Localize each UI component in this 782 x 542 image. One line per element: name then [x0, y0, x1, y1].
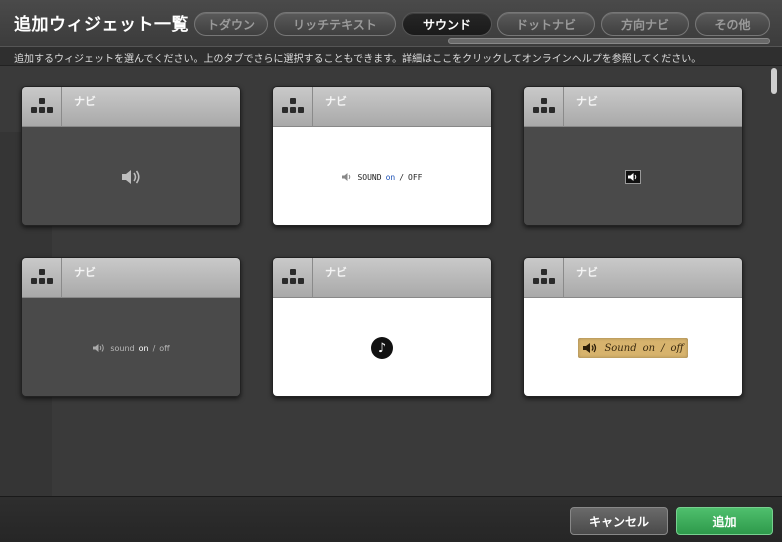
card-header: ナビ: [524, 258, 742, 298]
tab-sound[interactable]: サウンド: [402, 12, 492, 36]
tab-scroll-slider[interactable]: [448, 38, 770, 44]
info-bar[interactable]: 追加するウィジェットを選んでください。上のタブでさらに選択することもできます。詳…: [0, 46, 782, 66]
sound-text: sound: [110, 343, 135, 353]
card-icon-box: [22, 87, 62, 127]
card-header: ナビ: [524, 87, 742, 127]
card-header: ナビ: [273, 87, 491, 127]
sound-text: sound: [357, 172, 382, 182]
tab-label: トダウン: [206, 17, 255, 32]
tab-other[interactable]: その他: [695, 12, 770, 36]
card-icon-box: [524, 258, 564, 298]
tab-countdown[interactable]: トダウン: [194, 12, 268, 36]
widget-card[interactable]: ナビ sound on / off: [21, 257, 241, 397]
card-header: ナビ: [22, 87, 240, 127]
nav-grid-icon: [282, 269, 304, 285]
sound-toggle-preview: sound on / off: [92, 343, 170, 353]
add-button[interactable]: 追加: [676, 507, 773, 535]
card-header: ナビ: [273, 258, 491, 298]
scrollbar-thumb[interactable]: [771, 68, 777, 94]
card-icon-box: [524, 87, 564, 127]
card-preview: [524, 127, 742, 225]
card-preview: ♪: [273, 298, 491, 396]
nav-grid-icon: [533, 98, 555, 114]
nav-grid-icon: [31, 98, 53, 114]
off-text: off: [159, 343, 170, 353]
widget-card[interactable]: ナビ: [523, 86, 743, 226]
widget-card[interactable]: ナビ ♪: [272, 257, 492, 397]
separator-text: /: [661, 342, 665, 354]
off-text: off: [408, 172, 423, 182]
card-preview: [22, 127, 240, 225]
sound-tape-preview: Sound on / off: [578, 338, 688, 358]
off-text: off: [670, 342, 684, 354]
sound-text: Sound: [604, 342, 637, 354]
cancel-button[interactable]: キャンセル: [570, 507, 668, 535]
tab-rich-text[interactable]: リッチテキスト: [274, 12, 396, 36]
nav-grid-icon: [282, 98, 304, 114]
on-text: on: [642, 342, 656, 354]
card-preview: Sound on / off: [524, 298, 742, 396]
widget-grid: ナビ ナビ SOUND on / OFF ナビ ナビ sound on / of…: [0, 66, 782, 496]
card-icon-box: [273, 258, 313, 298]
speaker-icon: [122, 170, 140, 184]
tab-label: サウンド: [422, 17, 471, 32]
card-label: ナビ: [74, 95, 96, 108]
card-icon-box: [22, 258, 62, 298]
help-text[interactable]: 追加するウィジェットを選んでください。上のタブでさらに選択することもできます。詳…: [14, 50, 701, 65]
card-label: ナビ: [74, 266, 96, 279]
music-note-icon: ♪: [371, 337, 393, 359]
tab-label: 方向ナビ: [620, 17, 669, 32]
speaker-icon: [583, 343, 597, 353]
widget-card[interactable]: ナビ: [21, 86, 241, 226]
separator-text: /: [399, 172, 405, 182]
widget-tabs: トダウン リッチテキスト サウンド ドットナビ 方向ナビ その他: [0, 12, 782, 36]
tab-label: リッチテキスト: [293, 17, 377, 32]
dialog-footer: キャンセル 追加: [0, 496, 782, 542]
vertical-scrollbar[interactable]: [770, 66, 778, 496]
nav-grid-icon: [533, 269, 555, 285]
tab-label: ドットナビ: [515, 17, 576, 32]
mini-speaker-icon: [625, 170, 641, 184]
tab-dot-nav[interactable]: ドットナビ: [497, 12, 595, 36]
card-header: ナビ: [22, 258, 240, 298]
speaker-icon: [342, 173, 351, 181]
card-label: ナビ: [576, 266, 598, 279]
dialog-header: 追加ウィジェット一覧 トダウン リッチテキスト サウンド ドットナビ 方向ナビ …: [0, 0, 782, 46]
card-label: ナビ: [325, 266, 347, 279]
card-preview: sound on / off: [22, 298, 240, 396]
widget-card[interactable]: ナビ Sound on / off: [523, 257, 743, 397]
on-text: on: [138, 343, 149, 353]
nav-grid-icon: [31, 269, 53, 285]
widget-card[interactable]: ナビ sound on / off: [272, 86, 492, 226]
tab-label: その他: [714, 17, 751, 32]
tab-direction-nav[interactable]: 方向ナビ: [601, 12, 689, 36]
sound-toggle-preview: sound on / off: [341, 172, 423, 182]
card-label: ナビ: [576, 95, 598, 108]
card-preview: sound on / off: [273, 127, 491, 225]
card-icon-box: [273, 87, 313, 127]
add-widget-dialog: 追加ウィジェット一覧 トダウン リッチテキスト サウンド ドットナビ 方向ナビ …: [0, 0, 782, 542]
separator-text: /: [152, 343, 156, 353]
speaker-icon: [93, 344, 105, 352]
on-text: on: [385, 172, 396, 182]
card-label: ナビ: [325, 95, 347, 108]
